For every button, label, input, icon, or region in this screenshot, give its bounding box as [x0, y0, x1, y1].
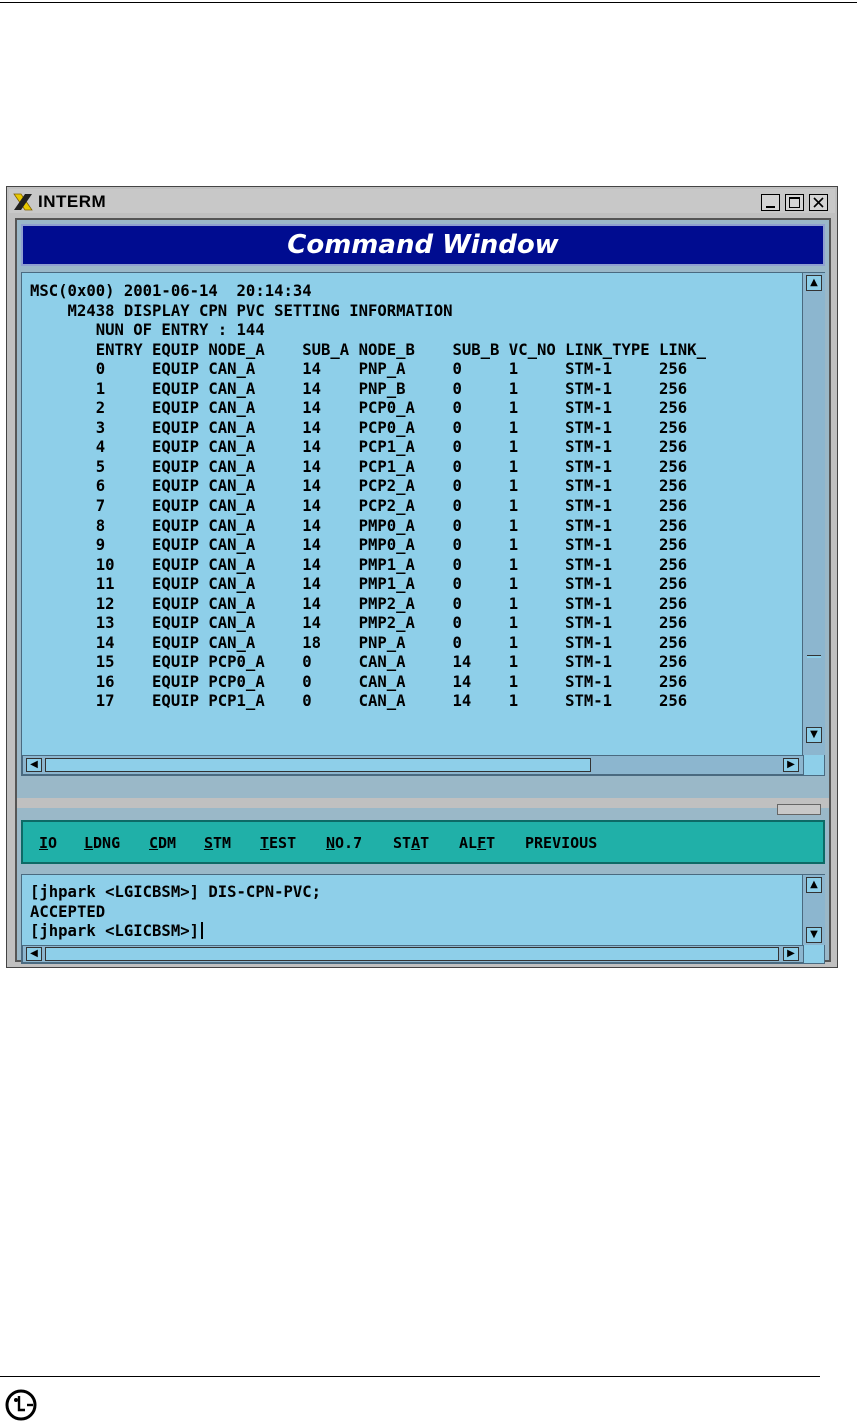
output-line: 13 EQUIP CAN_A 14 PMP2_A 0 1 STM-1 256	[30, 614, 688, 633]
input-text[interactable]: [jhpark <LGICBSM>] DIS-CPN-PVC; ACCEPTED…	[30, 883, 321, 942]
pane-sash-handle[interactable]	[777, 804, 821, 815]
output-line: 2 EQUIP CAN_A 14 PCP0_A 0 1 STM-1 256	[30, 399, 688, 418]
lg-logo-icon	[5, 1389, 37, 1421]
output-line: 10 EQUIP CAN_A 14 PMP1_A 0 1 STM-1 256	[30, 555, 688, 574]
scroll-left-icon[interactable]: ◀	[26, 758, 42, 772]
output-line: 14 EQUIP CAN_A 18 PNP_A 0 1 STM-1 256	[30, 633, 688, 652]
menu-item-cdm[interactable]: CDM	[149, 834, 176, 852]
text-cursor	[201, 922, 203, 939]
maximize-button[interactable]	[785, 194, 804, 211]
menu-item-io[interactable]: IO	[39, 834, 57, 852]
input-vertical-scrollbar[interactable]: ▲ ▼	[802, 875, 825, 945]
command-window-title: Command Window	[287, 230, 559, 260]
command-window-header: Command Window	[21, 224, 825, 266]
page-top-rule	[0, 2, 857, 3]
window-content: Command Window MSC(0x00) 2001-06-14 20:1…	[15, 218, 831, 964]
command-menu-bar: IO LDNG CDM STM TEST NO.7 STAT ALFT PREV…	[21, 820, 825, 864]
output-line: 3 EQUIP CAN_A 14 PCP0_A 0 1 STM-1 256	[30, 418, 688, 437]
output-line: 0 EQUIP CAN_A 14 PNP_A 0 1 STM-1 256	[30, 360, 688, 379]
output-line: 12 EQUIP CAN_A 14 PMP2_A 0 1 STM-1 256	[30, 594, 688, 613]
input-scroll-down-icon[interactable]: ▼	[806, 927, 822, 943]
pane-divider	[17, 798, 829, 808]
x-logo-icon	[13, 193, 33, 211]
output-line: 5 EQUIP CAN_A 14 PCP1_A 0 1 STM-1 256	[30, 457, 688, 476]
menu-item-stat[interactable]: STAT	[393, 834, 429, 852]
output-line: 11 EQUIP CAN_A 14 PMP1_A 0 1 STM-1 256	[30, 575, 688, 594]
close-icon	[813, 197, 824, 208]
output-line: 16 EQUIP PCP0_A 0 CAN_A 14 1 STM-1 256	[30, 672, 688, 691]
input-scroll-left-icon[interactable]: ◀	[26, 947, 42, 961]
output-vertical-scrollbar[interactable]: ▲ ▼	[802, 273, 825, 755]
minimize-button[interactable]	[761, 194, 780, 211]
scroll-down-icon[interactable]: ▼	[806, 727, 822, 743]
output-line: 17 EQUIP PCP1_A 0 CAN_A 14 1 STM-1 256	[30, 692, 688, 711]
output-line: MSC(0x00) 2001-06-14 20:14:34	[30, 282, 312, 300]
maximize-icon	[789, 197, 800, 208]
menu-item-no7[interactable]: NO.7	[326, 834, 362, 852]
scroll-right-icon[interactable]: ▶	[783, 758, 799, 772]
output-line: 7 EQUIP CAN_A 14 PCP2_A 0 1 STM-1 256	[30, 497, 688, 516]
output-horizontal-scrollbar[interactable]: ◀ ▶	[22, 755, 804, 775]
input-line-2: ACCEPTED	[30, 902, 106, 921]
close-button[interactable]	[809, 194, 828, 211]
scroll-thumb-marker[interactable]	[807, 655, 821, 658]
window-title: INTERM	[38, 192, 107, 211]
output-text: MSC(0x00) 2001-06-14 20:14:34 M2438 DISP…	[30, 282, 706, 712]
menu-item-previous[interactable]: PREVIOUS	[525, 834, 597, 852]
horizontal-scroll-thumb[interactable]	[45, 758, 591, 772]
menu-item-test[interactable]: TEST	[260, 834, 296, 852]
input-line-3: [jhpark <LGICBSM>]	[30, 922, 199, 940]
output-line: NUN OF ENTRY : 144	[30, 321, 265, 340]
output-line: 15 EQUIP PCP0_A 0 CAN_A 14 1 STM-1 256	[30, 653, 688, 672]
input-scroll-right-icon[interactable]: ▶	[783, 947, 799, 961]
interm-window: INTERM Command Window MSC(0x00) 2001-06-…	[6, 186, 838, 968]
scroll-up-icon[interactable]: ▲	[806, 275, 822, 291]
page-bottom-rule	[0, 1376, 820, 1377]
title-bar[interactable]: INTERM	[9, 189, 835, 213]
output-line: 4 EQUIP CAN_A 14 PCP1_A 0 1 STM-1 256	[30, 438, 688, 457]
output-line: 8 EQUIP CAN_A 14 PMP0_A 0 1 STM-1 256	[30, 516, 688, 535]
output-line: M2438 DISPLAY CPN PVC SETTING INFORMATIO…	[30, 301, 453, 320]
input-horizontal-scroll-thumb[interactable]	[45, 947, 779, 961]
input-scroll-up-icon[interactable]: ▲	[806, 877, 822, 893]
output-panel[interactable]: MSC(0x00) 2001-06-14 20:14:34 M2438 DISP…	[21, 272, 825, 776]
output-line: 1 EQUIP CAN_A 14 PNP_B 0 1 STM-1 256	[30, 379, 688, 398]
output-line: 9 EQUIP CAN_A 14 PMP0_A 0 1 STM-1 256	[30, 536, 688, 555]
input-horizontal-scrollbar[interactable]: ◀ ▶	[22, 945, 804, 963]
menu-item-alft[interactable]: ALFT	[459, 834, 495, 852]
output-line: 6 EQUIP CAN_A 14 PCP2_A 0 1 STM-1 256	[30, 477, 688, 496]
output-line: ENTRY EQUIP NODE_A SUB_A NODE_B SUB_B VC…	[30, 340, 706, 359]
input-panel[interactable]: [jhpark <LGICBSM>] DIS-CPN-PVC; ACCEPTED…	[21, 874, 825, 964]
menu-item-ldng[interactable]: LDNG	[84, 834, 120, 852]
input-line-1: [jhpark <LGICBSM>] DIS-CPN-PVC;	[30, 883, 322, 901]
menu-item-stm[interactable]: STM	[204, 834, 231, 852]
minimize-icon	[766, 205, 775, 208]
